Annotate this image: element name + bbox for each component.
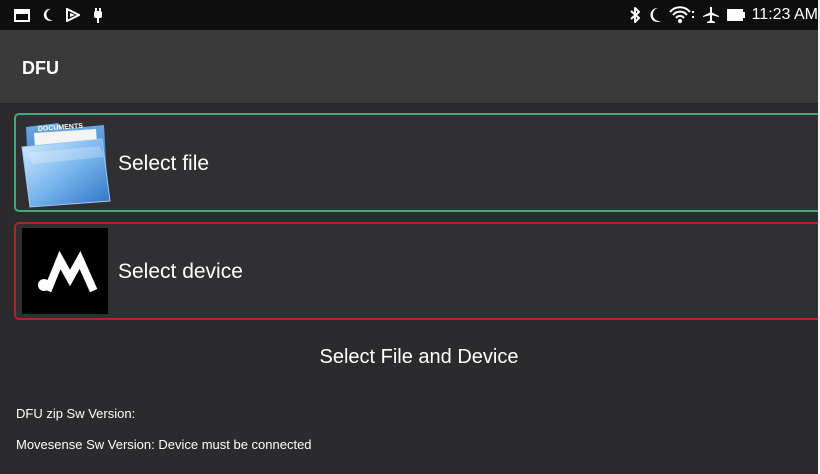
app-bar: DFU bbox=[0, 30, 818, 104]
movesense-version-text: Movesense Sw Version: Device must be con… bbox=[16, 437, 312, 452]
movesense-logo-icon bbox=[22, 228, 108, 314]
notification-icon bbox=[94, 7, 102, 23]
dfu-status-text: Select File and Device bbox=[319, 346, 519, 368]
select-file-button[interactable]: DOCUMENTS Select file bbox=[14, 113, 818, 212]
dfu-screen: 11:23 AM DFU DOCUMENTS Select file Selec… bbox=[0, 0, 818, 474]
moon-icon bbox=[43, 8, 53, 21]
battery-icon bbox=[726, 9, 745, 21]
bluetooth-icon bbox=[629, 7, 640, 23]
select-file-label: Select file bbox=[118, 152, 210, 175]
movesense-logo-graphic bbox=[38, 250, 98, 293]
wifi-icon bbox=[668, 6, 694, 23]
app-title: DFU bbox=[22, 58, 59, 78]
media-icon bbox=[66, 8, 80, 22]
dfu-zip-version-text: DFU zip Sw Version: bbox=[16, 406, 136, 421]
moon-icon bbox=[650, 7, 661, 22]
status-right-icons: 11:23 AM bbox=[629, 4, 818, 26]
documents-folder-icon: DOCUMENTS bbox=[21, 123, 111, 208]
select-device-button[interactable]: Select device bbox=[14, 222, 818, 320]
gallery-icon bbox=[14, 8, 30, 22]
status-time: 11:23 AM bbox=[751, 6, 818, 23]
select-device-label: Select device bbox=[118, 260, 243, 283]
status-left-icons bbox=[14, 7, 104, 23]
airplane-icon bbox=[702, 7, 719, 23]
status-bar: 11:23 AM bbox=[0, 0, 818, 30]
